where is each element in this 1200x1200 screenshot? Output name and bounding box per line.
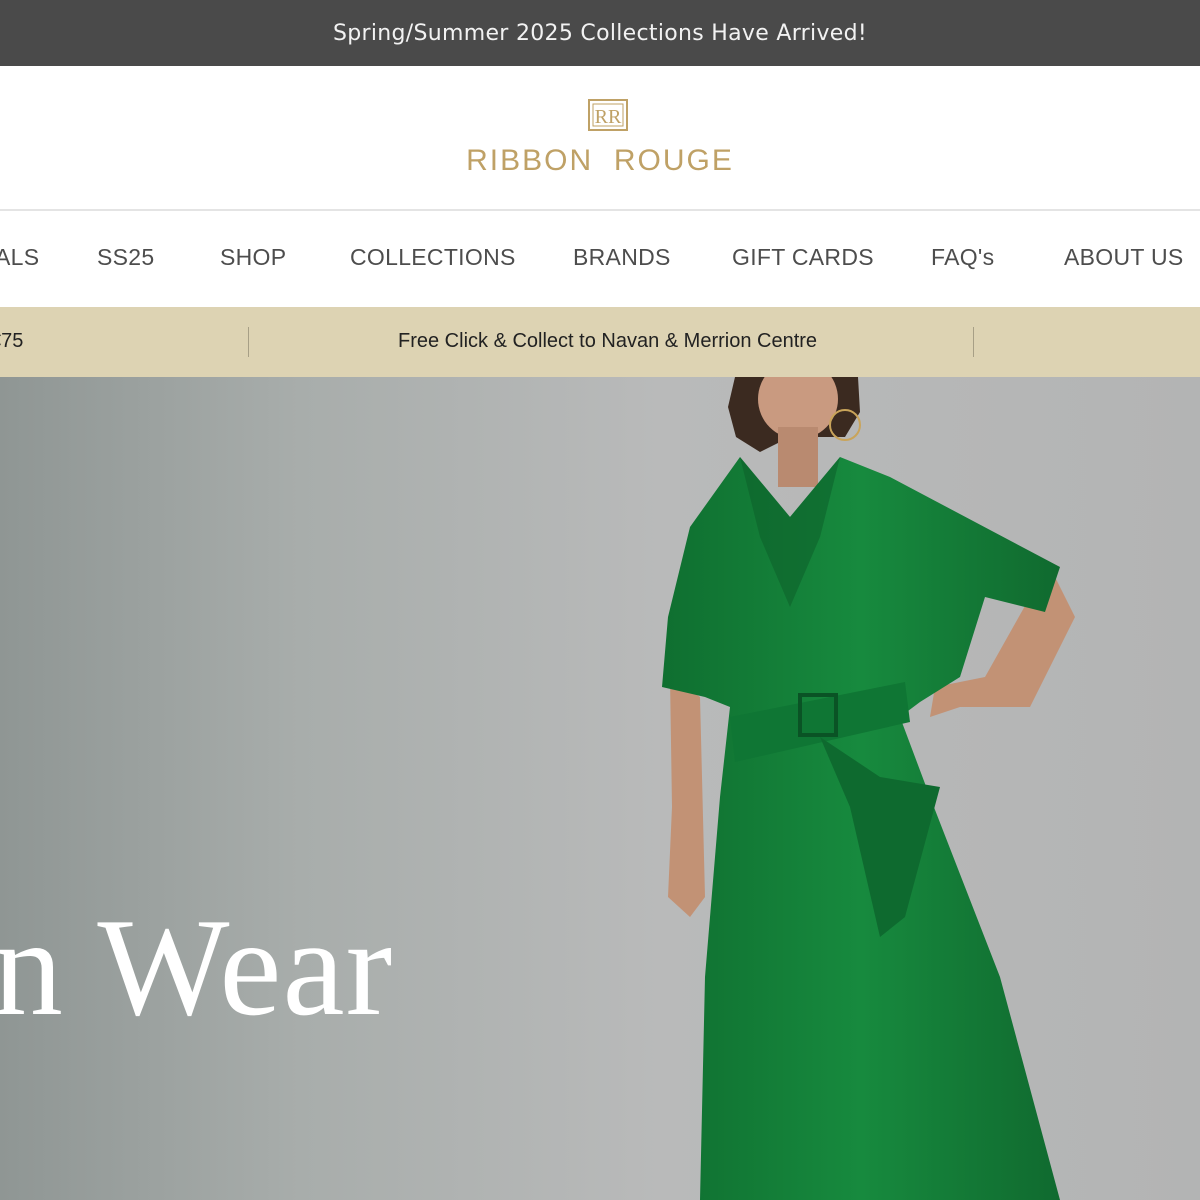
nav-item-deals[interactable]: ALS bbox=[0, 244, 39, 271]
hero-image bbox=[0, 377, 1200, 1200]
promo-divider-left bbox=[248, 327, 249, 357]
site-header: RR RIBBON ROUGE bbox=[0, 66, 1200, 209]
announcement-text: Spring/Summer 2025 Collections Have Arri… bbox=[333, 20, 867, 46]
main-nav: ALS SS25 SHOP COLLECTIONS BRANDS GIFT CA… bbox=[0, 211, 1200, 306]
brand-name-logo[interactable]: RIBBON ROUGE bbox=[0, 144, 1200, 178]
promo-divider-right bbox=[973, 327, 974, 357]
nav-item-brands[interactable]: BRANDS bbox=[573, 244, 671, 271]
nav-item-faqs[interactable]: FAQ's bbox=[931, 244, 994, 271]
promo-bar: €75 Free Click & Collect to Navan & Merr… bbox=[0, 307, 1200, 377]
logo-monogram-text: RR bbox=[595, 106, 622, 128]
promo-center-text: Free Click & Collect to Navan & Merrion … bbox=[398, 330, 818, 352]
announcement-bar: Spring/Summer 2025 Collections Have Arri… bbox=[0, 0, 1200, 66]
nav-item-gift-cards[interactable]: GIFT CARDS bbox=[732, 244, 874, 271]
nav-item-collections[interactable]: COLLECTIONS bbox=[350, 244, 516, 271]
nav-item-about-us[interactable]: ABOUT US bbox=[1064, 244, 1184, 271]
hero-banner[interactable]: ion Wear bbox=[0, 377, 1200, 1200]
nav-item-shop[interactable]: SHOP bbox=[220, 244, 286, 271]
promo-left-text: €75 bbox=[0, 330, 24, 352]
nav-item-ss25[interactable]: SS25 bbox=[97, 244, 154, 271]
logo-monogram-icon[interactable]: RR bbox=[588, 99, 628, 131]
hero-heading: ion Wear bbox=[0, 890, 394, 1045]
